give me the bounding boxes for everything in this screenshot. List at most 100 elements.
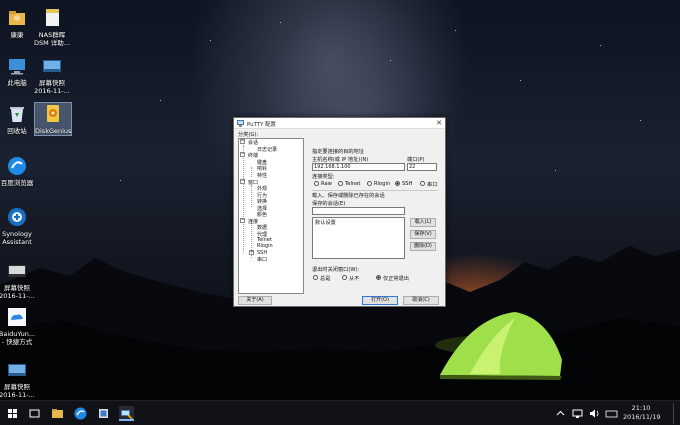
tree-item[interactable]: 响铃 — [257, 165, 267, 172]
close-icon[interactable]: ✕ — [436, 119, 442, 127]
tree-item[interactable]: 转换 — [257, 198, 267, 205]
desktop-icon-baidu-browser[interactable]: 百度浏览器 — [0, 155, 37, 187]
delete-button[interactable]: 删除(D) — [410, 242, 436, 251]
diskgenius-icon — [42, 103, 64, 125]
taskbar-file-explorer[interactable] — [50, 406, 65, 421]
cancel-button[interactable]: 取消(C) — [403, 296, 439, 305]
tree-item[interactable]: 终端 — [248, 152, 258, 159]
tray-network[interactable] — [570, 406, 585, 421]
port-input[interactable]: 22 — [407, 163, 437, 171]
desktop-icon-baiduyun[interactable]: BaiduYun... - 快捷方式 — [0, 306, 37, 346]
clock-time: 21:10 — [631, 404, 651, 412]
category-tree[interactable] — [238, 138, 304, 294]
desktop-icon-synology-assistant[interactable]: Synology Assistant — [0, 206, 37, 246]
sessions-listbox[interactable]: 默认设置 — [312, 217, 405, 259]
desktop-icon-label: DiskGenius — [35, 127, 72, 135]
desktop-icon-label: 屏幕快照 2016-11-... — [0, 383, 35, 399]
screenshot-icon — [6, 260, 28, 282]
saved-sessions-input[interactable] — [312, 207, 405, 215]
save-button[interactable]: 保存(V) — [410, 230, 436, 239]
task-view-icon — [29, 409, 40, 418]
tree-item[interactable]: 串口 — [257, 256, 267, 263]
baidu-browser-icon — [6, 155, 28, 177]
collapse-icon[interactable]: − — [240, 139, 245, 144]
putty-config-window[interactable]: PuTTY 配置 ✕ 分类(G): 指定要连接的目的地址 主机名称(或 IP 地… — [233, 117, 446, 307]
tray-volume[interactable] — [587, 406, 602, 421]
connection-type-radio[interactable] — [420, 181, 425, 186]
desktop-icon-screenshot-2[interactable]: 屏幕快照 2016-11-... — [0, 260, 37, 300]
user-folder-icon — [6, 7, 28, 29]
folder-icon — [52, 409, 63, 418]
desktop-icon-label: 屏幕快照 2016-11-... — [0, 284, 35, 300]
collapse-icon[interactable]: − — [240, 179, 245, 184]
tree-item[interactable]: 外观 — [257, 185, 267, 192]
tree-guide-line — [251, 167, 252, 177]
collapse-icon[interactable]: − — [240, 152, 245, 157]
taskbar-baidu-browser[interactable] — [73, 406, 88, 421]
clock-date: 2016/11/19 — [623, 413, 661, 421]
start-button[interactable] — [5, 406, 20, 421]
show-desktop-button[interactable] — [673, 403, 678, 424]
connection-type-radio[interactable] — [338, 181, 343, 186]
document-icon — [41, 7, 63, 29]
connection-type-radio[interactable] — [367, 181, 372, 186]
close-on-exit-label: 退出时关闭窗口(W): — [312, 267, 360, 273]
about-button[interactable]: 关于(A) — [238, 296, 272, 305]
tray-clock[interactable]: 21:10 2016/11/19 — [623, 404, 661, 422]
connection-type-label: Telnet — [345, 181, 361, 187]
keyboard-icon — [605, 410, 618, 418]
close-on-exit-option: 仅正常退出 — [383, 276, 409, 282]
tree-item[interactable]: 颜色 — [257, 211, 267, 218]
tree-guide-line — [251, 185, 252, 207]
desktop-icon-screenshot-3[interactable]: 屏幕快照 2016-11-... — [0, 359, 37, 399]
section-divider — [312, 190, 438, 191]
close-on-exit-radio[interactable] — [342, 275, 347, 280]
tree-item[interactable]: Rlogin — [257, 243, 273, 249]
tray-chevron[interactable] — [553, 406, 568, 421]
collapse-icon[interactable]: − — [240, 218, 245, 223]
connection-type-label: Raw — [321, 181, 332, 187]
taskbar-app[interactable] — [96, 406, 111, 421]
desktop-icon-nas-doc[interactable]: NAS群晖 DSM 详助... — [32, 7, 72, 47]
connection-type-radio[interactable] — [395, 181, 400, 186]
baidu-browser-icon — [74, 407, 87, 420]
close-on-exit-radio[interactable] — [313, 275, 318, 280]
connection-type-label: 连接类型: — [312, 174, 335, 180]
session-item[interactable]: 默认设置 — [315, 219, 336, 226]
tree-item[interactable]: 特性 — [257, 172, 267, 179]
desktop-icon-label: 百度浏览器 — [0, 179, 34, 187]
desktop-icon-recycle-bin[interactable]: 回收站 — [0, 103, 37, 135]
screenshot-icon — [41, 55, 63, 77]
section-title: 指定要连接的目的地址 — [312, 149, 364, 155]
window-titlebar[interactable]: PuTTY 配置 ✕ — [234, 118, 445, 129]
desktop-icon-label: 回收站 — [7, 127, 27, 135]
desktop-icon-diskgenius[interactable]: DiskGenius — [34, 102, 72, 136]
tree-item[interactable]: 会话 — [248, 139, 258, 146]
recycle-bin-icon — [6, 103, 28, 125]
close-on-exit-radio[interactable] — [376, 275, 381, 280]
screenshot-icon — [6, 359, 28, 381]
desktop-icon-screenshot-1[interactable]: 屏幕快照 2016-11-... — [32, 55, 72, 95]
app-icon — [99, 409, 108, 418]
expand-icon[interactable]: + — [249, 250, 254, 255]
taskbar-putty[interactable] — [119, 406, 134, 421]
desktop-icon-label: Synology Assistant — [2, 230, 32, 246]
desktop-icon-label: NAS群晖 DSM 详助... — [33, 31, 70, 47]
tray-ime[interactable] — [604, 406, 619, 421]
tree-item[interactable]: 数据 — [257, 224, 267, 231]
network-icon — [572, 409, 583, 418]
host-input[interactable]: 192.168.1.100 — [312, 163, 405, 171]
session-section-title: 载入、保存或删除已存在的会话 — [312, 193, 385, 199]
close-on-exit-option: 总是 — [320, 276, 331, 282]
connection-type-label: 串口 — [427, 182, 438, 188]
load-button[interactable]: 载入(L) — [410, 218, 436, 227]
connection-type-label: Rlogin — [374, 181, 391, 187]
computer-icon — [6, 55, 28, 77]
tree-item[interactable]: 日志记录 — [257, 146, 277, 153]
host-label: 主机名称(或 IP 地址)(N) — [312, 157, 369, 163]
connection-type-radio[interactable] — [314, 181, 319, 186]
open-button[interactable]: 打开(O) — [362, 296, 398, 305]
task-view-button[interactable] — [27, 406, 42, 421]
port-label: 端口(P) — [407, 157, 425, 163]
window-title: PuTTY 配置 — [247, 122, 276, 128]
